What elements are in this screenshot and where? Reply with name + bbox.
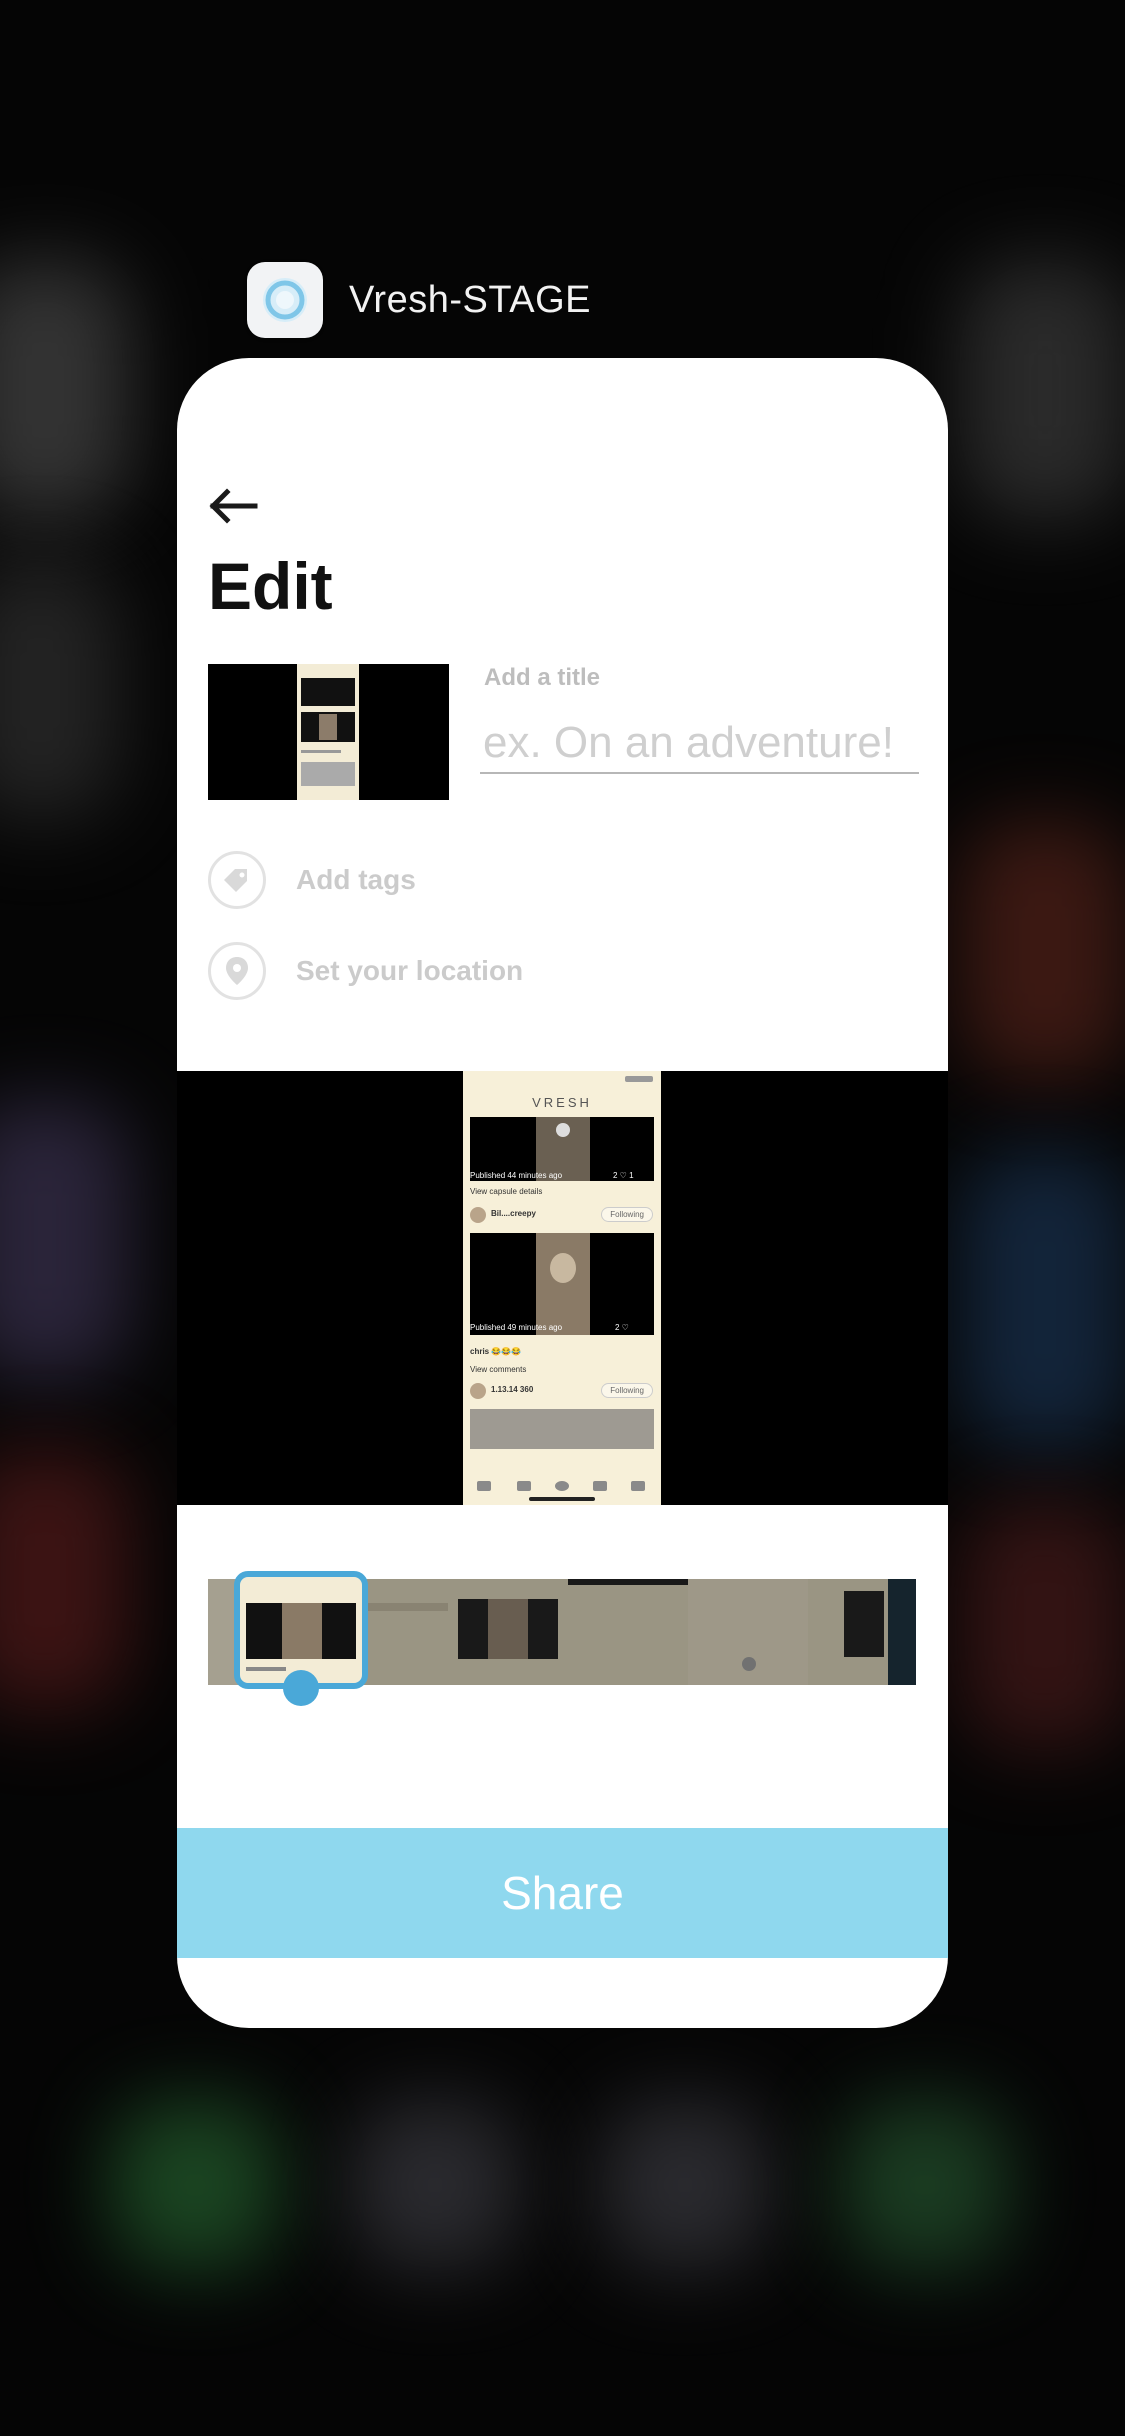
preview-video-2 [470, 1233, 654, 1335]
tab-icon [517, 1481, 531, 1491]
video-thumbnail[interactable] [208, 664, 449, 800]
frame-thumbnail [808, 1579, 916, 1685]
post2-meta: Published 49 minutes ago [470, 1323, 563, 1332]
app-card[interactable]: Edit Add a title Add tags Set your loca [177, 358, 948, 2028]
title-input[interactable] [480, 720, 919, 774]
app-switcher-header[interactable]: Vresh-STAGE [247, 262, 591, 338]
view-capsule-link: View capsule details [470, 1187, 543, 1196]
add-tags-row[interactable]: Add tags [208, 851, 416, 909]
set-location-label: Set your location [296, 955, 524, 986]
status-bar [463, 1071, 661, 1087]
avatar [470, 1207, 486, 1223]
following-badge: Following [601, 1383, 653, 1398]
preview-video-3 [470, 1409, 654, 1449]
preview-phone-screenshot: VRESH Published 44 minutes ago 2 ♡ 1 Vie… [463, 1071, 661, 1505]
video-preview[interactable]: VRESH Published 44 minutes ago 2 ♡ 1 Vie… [177, 1071, 948, 1505]
title-field-label: Add a title [484, 664, 601, 691]
arrow-left-icon[interactable] [205, 486, 261, 526]
frame-thumbnail [688, 1579, 808, 1685]
following-badge: Following [601, 1207, 653, 1222]
tag-icon [208, 851, 266, 909]
post2-counts: 2 ♡ [615, 1323, 629, 1332]
user3-name: 1.13.14 360 [491, 1385, 534, 1394]
avatar [470, 1383, 486, 1399]
thumbnail-phone-screenshot [297, 664, 359, 800]
vresh-logo: VRESH [532, 1095, 592, 1110]
frame-thumbnail [448, 1579, 568, 1685]
share-button[interactable]: Share [177, 1828, 948, 1958]
tab-icon [555, 1481, 569, 1491]
add-tags-label: Add tags [296, 864, 416, 895]
tab-icon [631, 1481, 645, 1491]
set-location-row[interactable]: Set your location [208, 942, 523, 1000]
vresh-ring-icon [247, 262, 323, 338]
home-indicator [529, 1497, 595, 1501]
location-pin-icon [208, 942, 266, 1000]
caption: chris 😂😂😂 [470, 1347, 522, 1356]
scrubber-handle[interactable] [283, 1670, 319, 1706]
tab-icon [593, 1481, 607, 1491]
frame-thumbnail [568, 1579, 688, 1685]
app-name: Vresh-STAGE [349, 278, 591, 321]
tab-icon [477, 1481, 491, 1491]
post1-counts: 2 ♡ 1 [613, 1171, 634, 1180]
post1-meta: Published 44 minutes ago [470, 1171, 563, 1180]
user2-name: Bil....creepy [491, 1209, 536, 1218]
page-title: Edit [208, 549, 333, 623]
view-comments-link: View comments [470, 1365, 527, 1374]
